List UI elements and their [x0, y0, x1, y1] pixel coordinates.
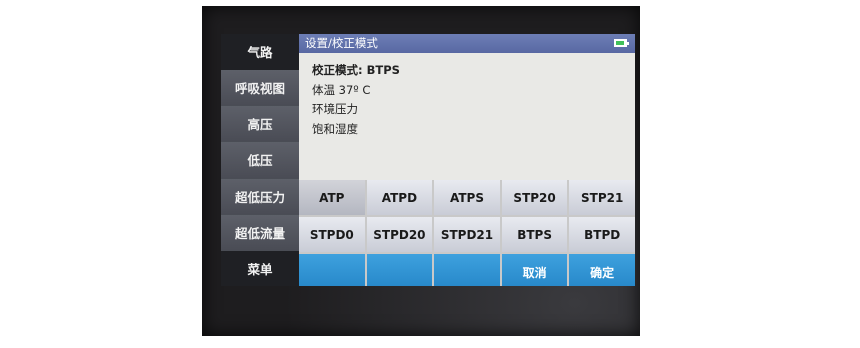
saturation-humidity-text: 饱和湿度: [312, 121, 358, 136]
option-btps-button[interactable]: BTPS: [501, 217, 568, 252]
main-screen: 设置/校正模式 校正模式: BTPS 体温 37º C 环境压力 饱和湿度 AT…: [299, 34, 635, 286]
action-bar-empty-3: [434, 254, 500, 286]
battery-icon: [614, 39, 629, 47]
sidebar-item-airway[interactable]: 气路: [221, 34, 299, 71]
sidebar-item-label: 超低流量: [234, 225, 285, 241]
sidebar-item-label: 气路: [247, 45, 273, 61]
sidebar-item-label: 高压: [247, 117, 273, 133]
sidebar-item-label: 超低压力: [234, 189, 285, 205]
option-stp21-button[interactable]: STP21: [569, 180, 635, 215]
sidebar: 气路 呼吸视图 高压 低压 超低压力 超低流量 菜单: [221, 34, 299, 286]
sidebar-item-label: 低压: [247, 153, 273, 169]
title-bar: 设置/校正模式: [299, 34, 635, 53]
sidebar-item-label: 菜单: [247, 261, 273, 277]
action-bar-empty-1: [299, 254, 365, 286]
option-btpd-button[interactable]: BTPD: [569, 217, 635, 252]
sidebar-item-low-pressure[interactable]: 低压: [221, 142, 299, 179]
option-atpd-button[interactable]: ATPD: [366, 180, 433, 215]
battery-terminal: [627, 42, 629, 45]
body-temperature-text: 体温 37º C: [312, 82, 371, 97]
option-atp-button[interactable]: ATP: [299, 180, 365, 215]
mode-options-grid: ATP ATPD ATPS STP20 STP21 STPD0 STPD20 S…: [299, 180, 635, 286]
option-stpd0-button[interactable]: STPD0: [299, 217, 365, 252]
calibration-mode-text: 校正模式: BTPS: [312, 63, 400, 77]
option-stpd21-button[interactable]: STPD21: [434, 217, 500, 252]
cancel-button[interactable]: 取消: [501, 254, 568, 286]
action-bar-empty-2: [366, 254, 433, 286]
option-atps-button[interactable]: ATPS: [434, 180, 500, 215]
page-title: 设置/校正模式: [305, 36, 378, 50]
confirm-button[interactable]: 确定: [569, 254, 635, 286]
sidebar-item-breath-view[interactable]: 呼吸视图: [221, 70, 299, 107]
sidebar-item-ultra-low-pressure[interactable]: 超低压力: [221, 178, 299, 215]
ambient-pressure-text: 环境压力: [312, 102, 358, 116]
info-panel: 校正模式: BTPS 体温 37º C 环境压力 饱和湿度: [299, 53, 635, 139]
battery-level: [616, 41, 624, 45]
sidebar-item-label: 呼吸视图: [234, 81, 285, 97]
sidebar-item-high-pressure[interactable]: 高压: [221, 106, 299, 143]
option-stpd20-button[interactable]: STPD20: [366, 217, 433, 252]
sidebar-item-ultra-low-flow[interactable]: 超低流量: [221, 214, 299, 251]
sidebar-item-menu[interactable]: 菜单: [221, 250, 299, 286]
option-stp20-button[interactable]: STP20: [501, 180, 568, 215]
